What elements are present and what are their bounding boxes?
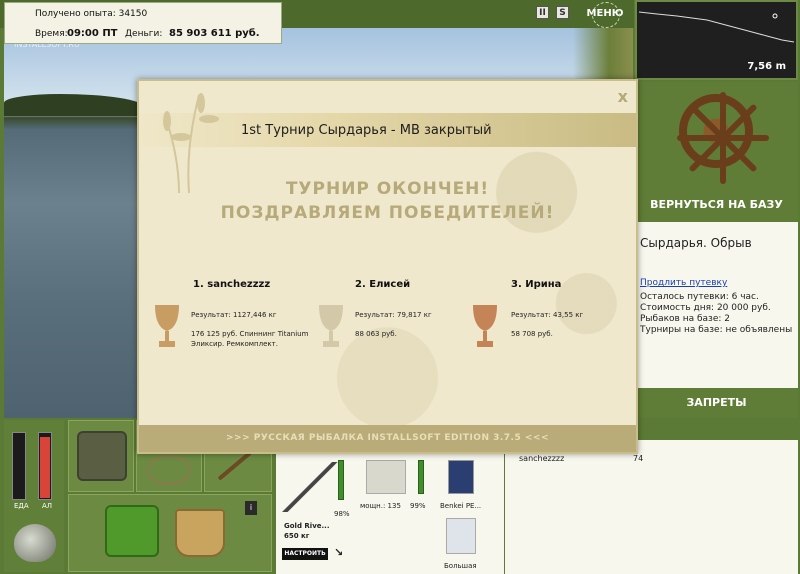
extend-permit-link[interactable]: Продлить путевку bbox=[640, 278, 727, 288]
winner-3-result: Результат: 43,55 кг bbox=[511, 311, 584, 319]
location-info: Сырдарья. Обрыв Продлить путевку Осталос… bbox=[635, 222, 798, 388]
winner-2-name: 2. Елисей bbox=[355, 279, 411, 290]
winner-2-prize: 88 063 руб. bbox=[355, 330, 397, 338]
tournament-over-heading: ТУРНИР ОКОНЧЕН! bbox=[285, 179, 490, 199]
bucket-icon bbox=[175, 509, 225, 557]
inventory-slot-food[interactable]: i bbox=[68, 494, 272, 572]
bronze-cup-icon bbox=[473, 305, 497, 347]
rod-condition-bar bbox=[338, 460, 344, 500]
close-icon[interactable]: x bbox=[618, 87, 628, 106]
winner-2-result: Результат: 79,817 кг bbox=[355, 311, 432, 319]
menu-button[interactable]: МЕНЮ bbox=[582, 2, 628, 28]
food-label: ЕДА bbox=[14, 502, 29, 510]
permit-time-left: Осталось путевки: 6 час. bbox=[640, 292, 759, 302]
cooking-pot-icon[interactable] bbox=[14, 524, 56, 562]
winner-1-name: 1. sanchezzzz bbox=[193, 279, 271, 290]
reel-power: мощн.: 135 bbox=[360, 502, 401, 510]
rod-condition: 98% bbox=[334, 510, 350, 518]
day-cost: Стоимость дня: 20 000 руб. bbox=[640, 303, 771, 313]
winner-1-prize: 176 125 руб. Спиннинг Titanium Эликсир. … bbox=[191, 330, 309, 348]
winner-1-result: Результат: 1127,446 кг bbox=[191, 311, 277, 319]
inventory-slot-bag[interactable] bbox=[68, 420, 134, 492]
depth-value: 7,56 m bbox=[747, 61, 786, 72]
player-meters: ЕДА АЛ bbox=[4, 420, 64, 572]
time-value: 09:00 ПТ bbox=[67, 28, 118, 39]
tournaments-status: Турниры на базе: не объявлены bbox=[640, 325, 793, 335]
reel-condition: 99% bbox=[410, 502, 426, 510]
food-meter bbox=[12, 432, 26, 500]
rod-name: Gold Rive... bbox=[284, 522, 330, 530]
experience-label: Получено опыта: 34150 bbox=[35, 9, 148, 19]
float-marker-icon bbox=[772, 13, 778, 19]
score-player-value: 74 bbox=[633, 454, 644, 463]
lure-label: Большая bbox=[444, 562, 477, 570]
return-to-base-button[interactable]: ВЕРНУТЬСЯ НА БАЗУ bbox=[635, 198, 798, 211]
treeline bbox=[4, 94, 144, 116]
info-button[interactable]: i bbox=[245, 501, 257, 515]
depth-profile: 7,56 m bbox=[635, 0, 798, 80]
setup-button[interactable]: НАСТРОИТЬ bbox=[282, 548, 328, 560]
dialog-title: 1st Турнир Сырдарья - МВ закрытый bbox=[241, 123, 492, 138]
tackle-panel: 98% Gold Rive... 650 кг НАСТРОИТЬ ↘ мощн… bbox=[276, 454, 504, 574]
congratulations-heading: ПОЗДРАВЛЯЕМ ПОБЕДИТЕЛЕЙ! bbox=[220, 203, 555, 223]
fishing-line-icon[interactable] bbox=[448, 460, 474, 494]
footer-band: >>> РУССКАЯ РЫБАЛКА INSTALLSOFT EDITION … bbox=[139, 425, 636, 452]
game-screen: INSTALLSOFT.RU Получено опыта: 34150 Вре… bbox=[0, 0, 800, 574]
score-list: sanchezzzz 74 bbox=[505, 440, 798, 574]
reel-condition-bar bbox=[418, 460, 424, 494]
pause-button[interactable]: II bbox=[536, 6, 549, 19]
base-panel: ВЕРНУТЬСЯ НА БАЗУ bbox=[635, 82, 798, 222]
alcohol-label: АЛ bbox=[42, 502, 53, 510]
line-name: Benkei PE... bbox=[440, 502, 482, 510]
ship-wheel-icon[interactable] bbox=[677, 92, 769, 184]
food-basket-icon bbox=[105, 505, 159, 557]
anglers-count: Рыбаков на базе: 2 bbox=[640, 314, 730, 324]
rod-weight: 650 кг bbox=[284, 532, 310, 540]
alcohol-meter-fill bbox=[40, 437, 50, 498]
sound-button[interactable]: S bbox=[556, 6, 569, 19]
location-name: Сырдарья. Обрыв bbox=[640, 236, 752, 250]
money-label: Деньги: bbox=[125, 29, 163, 39]
game-version-footer: >>> РУССКАЯ РЫБАЛКА INSTALLSOFT EDITION … bbox=[225, 433, 549, 443]
score-player-name: sanchezzzz bbox=[519, 454, 565, 463]
reel-icon[interactable] bbox=[366, 460, 406, 494]
landing-net-icon bbox=[147, 455, 191, 485]
tackle-bag-icon bbox=[77, 431, 127, 481]
rod-icon[interactable] bbox=[282, 462, 342, 512]
tournament-results-dialog: x 1st Турнир Сырдарья - МВ закрытый ТУРН… bbox=[137, 79, 638, 454]
alcohol-meter bbox=[38, 432, 52, 500]
time-label: Время: bbox=[35, 29, 68, 39]
money-value: 85 903 611 руб. bbox=[169, 28, 260, 39]
player-stats: Получено опыта: 34150 Время: 09:00 ПТ Де… bbox=[4, 2, 282, 44]
arrow-icon: ↘ bbox=[334, 546, 344, 559]
winner-3-name: 3. Ирина bbox=[511, 279, 562, 290]
lure-icon[interactable] bbox=[446, 518, 476, 554]
bans-button[interactable]: ЗАПРЕТЫ bbox=[635, 388, 798, 418]
top-controls: II S МЕНЮ bbox=[536, 2, 632, 28]
silver-cup-icon bbox=[319, 305, 343, 347]
gold-cup-icon bbox=[155, 305, 179, 347]
winner-3-prize: 58 708 руб. bbox=[511, 330, 553, 338]
